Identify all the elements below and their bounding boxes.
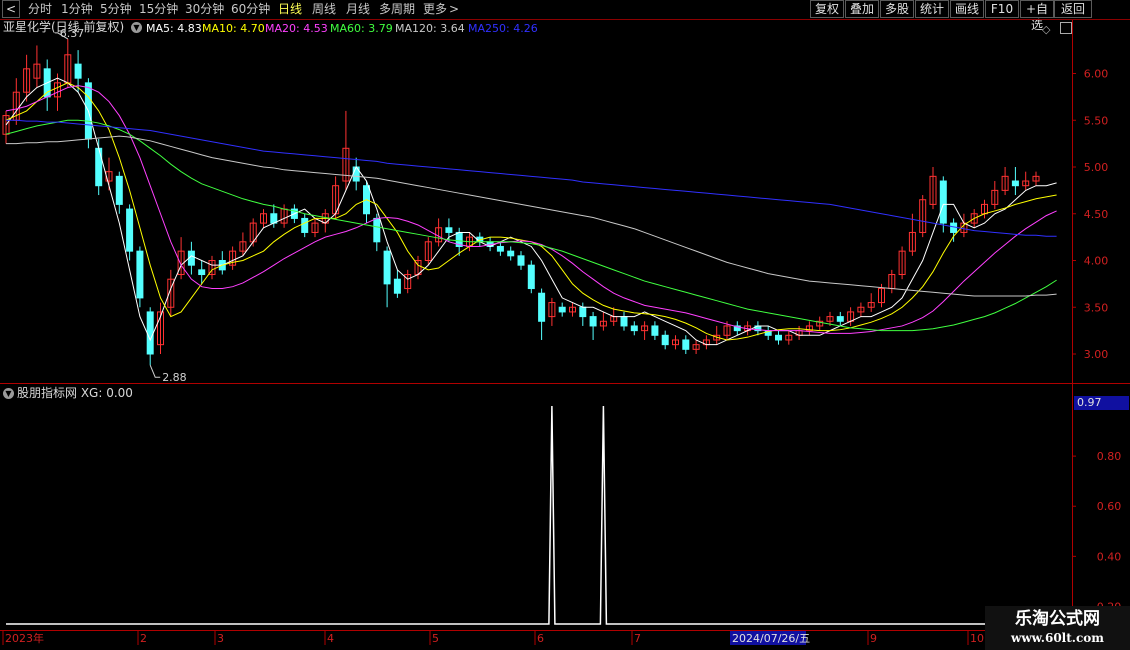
candle-body-down	[939, 180, 947, 224]
candle-body-down	[496, 245, 504, 252]
price-tick-label: 5.00	[1084, 161, 1109, 174]
candle-body-down	[630, 325, 638, 332]
diamond-icon[interactable]: ◇	[1042, 23, 1050, 36]
sub-tick-label: 0.60	[1097, 500, 1122, 513]
candle-body-down	[507, 250, 515, 257]
date-label: 5	[432, 632, 439, 645]
candle-body-down	[1011, 180, 1019, 187]
candle-body-down	[115, 175, 123, 205]
candle-body-down	[950, 222, 958, 233]
date-label: 2023年	[5, 631, 44, 645]
candle-body-down	[126, 208, 134, 252]
date-label: 2	[140, 632, 147, 645]
sub-indicator-toggle-icon[interactable]: ▼	[3, 388, 14, 399]
candle-body-down	[146, 311, 154, 355]
candle-body-down	[620, 316, 628, 327]
ma-legend-item: MA250: 4.26	[468, 22, 538, 35]
stock-chart: 3.003.504.004.505.005.506.000.200.400.60…	[0, 19, 1130, 645]
candle-body-down	[538, 292, 546, 322]
candle-body-down	[527, 264, 535, 290]
ma-line-ma250	[6, 119, 1057, 237]
sub-tick-label: 0.40	[1097, 550, 1122, 563]
ma-legend-item: MA20: 4.53	[265, 22, 328, 35]
low-marker-label: 2.88	[162, 371, 187, 384]
price-tick-label: 4.00	[1084, 255, 1109, 268]
candle-body-down	[836, 316, 844, 322]
candle-body-down	[393, 278, 401, 294]
date-label: 7	[634, 632, 641, 645]
candle-body-down	[558, 306, 566, 313]
watermark-title: 乐淘公式网	[1015, 609, 1100, 629]
price-tick-label: 6.00	[1084, 68, 1109, 81]
candle-body-down	[589, 316, 597, 327]
square-icon[interactable]	[1060, 22, 1072, 34]
xg-indicator-line	[6, 405, 1057, 625]
candle-body-down	[445, 227, 453, 233]
indicator-toggle-icon[interactable]: ▼	[131, 22, 142, 33]
date-label: 9	[870, 632, 877, 645]
ma-line-ma20	[5, 85, 1057, 334]
ma-legend-item: MA10: 4.70	[202, 22, 265, 35]
price-tick-label: 3.50	[1084, 301, 1109, 314]
price-tick-label: 5.50	[1084, 114, 1109, 127]
candle-body-down	[136, 250, 144, 299]
watermark-url: www.60lt.com	[1011, 631, 1104, 645]
stock-title: 亚星化学(日线 前复权)	[3, 20, 125, 34]
candle-body-down	[373, 217, 381, 243]
candle-body-down	[74, 63, 82, 79]
date-label: 4	[327, 632, 334, 645]
candle-body-down	[682, 339, 690, 350]
ma-legend-item: MA120: 3.64	[395, 22, 465, 35]
price-tick-label: 4.50	[1084, 208, 1109, 221]
sub-indicator-title: 股朋指标网 XG: 0.00	[17, 386, 133, 400]
low-marker-arrow	[149, 365, 161, 378]
candle-body-down	[661, 334, 669, 346]
candle-body-down	[383, 250, 391, 285]
candle-body-down	[198, 269, 206, 276]
ma-legend-item: MA60: 3.79	[330, 22, 393, 35]
candle-body-down	[301, 217, 309, 233]
date-label: 3	[217, 632, 224, 645]
sub-tick-label: 0.80	[1097, 450, 1122, 463]
ma-line-ma5	[5, 77, 1057, 346]
date-highlight-label: 2024/07/26/五	[732, 632, 810, 645]
candle-body-down	[95, 147, 103, 187]
ma-line-ma10	[5, 82, 1057, 341]
date-label: 6	[537, 632, 544, 645]
ma-legend-item: MA5: 4.83	[146, 22, 202, 35]
ma-line-ma60	[5, 119, 1057, 332]
sub-value-badge: 0.97	[1074, 396, 1129, 410]
candle-body-down	[775, 334, 782, 341]
candle-body-down	[651, 325, 659, 336]
date-label: 10	[970, 632, 984, 645]
candle-body-down	[579, 306, 587, 318]
price-tick-label: 3.00	[1084, 348, 1109, 361]
candle-body-down	[517, 255, 525, 266]
watermark: 乐淘公式网 www.60lt.com	[985, 606, 1130, 650]
